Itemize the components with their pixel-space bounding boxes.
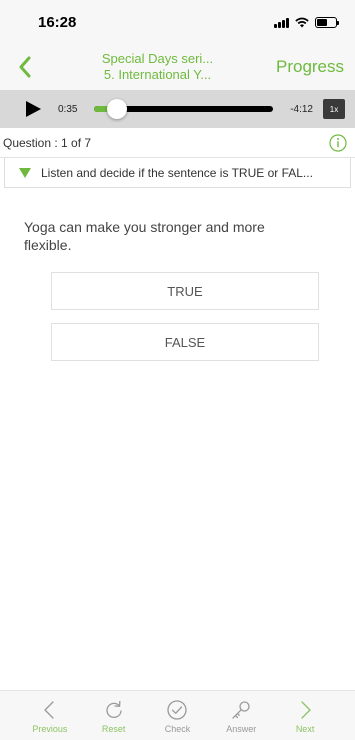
playback-speed-button[interactable]: 1x [323, 99, 345, 119]
audio-player: 0:35 -4:12 1x [0, 90, 355, 128]
signal-icon [274, 17, 289, 28]
answer-label: Answer [226, 724, 257, 734]
chevron-right-icon [301, 701, 311, 719]
question-text: Yoga can make you stronger and more flex… [24, 219, 265, 253]
check-button[interactable]: Check [148, 699, 206, 734]
next-button[interactable]: Next [276, 699, 334, 734]
nav-bar: Special Days seri... 5. International Y.… [0, 44, 355, 90]
chevron-left-icon [19, 56, 31, 78]
answer-option-true[interactable]: TRUE [51, 272, 319, 310]
answer-option-false[interactable]: FALSE [51, 323, 319, 361]
remaining-time: -4:12 [290, 103, 313, 115]
nav-title: Special Days seri... 5. International Y.… [50, 51, 265, 83]
triangle-down-icon [19, 167, 31, 178]
status-time: 16:28 [38, 13, 77, 31]
previous-label: Previous [32, 724, 68, 734]
chevron-left-icon [44, 701, 54, 719]
previous-button[interactable]: Previous [21, 699, 79, 734]
wifi-icon [295, 17, 309, 27]
bottom-toolbar: Previous Reset Check Answer Next [0, 690, 355, 740]
check-label: Check [164, 724, 191, 734]
reset-icon [106, 700, 122, 719]
scrubber-thumb[interactable] [107, 99, 128, 119]
audio-scrubber[interactable] [94, 99, 273, 119]
question-counter: Question : 1 of 7 [3, 135, 92, 150]
answer-button[interactable]: Answer [212, 699, 270, 734]
reset-label: Reset [101, 724, 126, 734]
instruction-text: Listen and decide if the sentence is TRU… [41, 165, 313, 180]
reset-button[interactable]: Reset [85, 699, 143, 734]
check-circle-icon [167, 700, 188, 720]
status-bar: 16:28 [0, 0, 355, 44]
question-header: Question : 1 of 7 [0, 128, 355, 158]
next-label: Next [295, 724, 315, 734]
info-icon[interactable] [329, 133, 347, 152]
progress-button[interactable]: Progress [265, 57, 355, 77]
battery-icon [315, 16, 339, 28]
nav-title-series: Special Days seri... [101, 51, 214, 66]
status-icons [274, 16, 339, 28]
instruction-toggle[interactable]: Listen and decide if the sentence is TRU… [4, 158, 351, 188]
play-icon[interactable] [24, 100, 42, 118]
current-time: 0:35 [58, 103, 78, 115]
nav-title-lesson: 5. International Y... [103, 67, 212, 82]
back-button[interactable] [0, 44, 50, 90]
key-icon [232, 701, 250, 719]
